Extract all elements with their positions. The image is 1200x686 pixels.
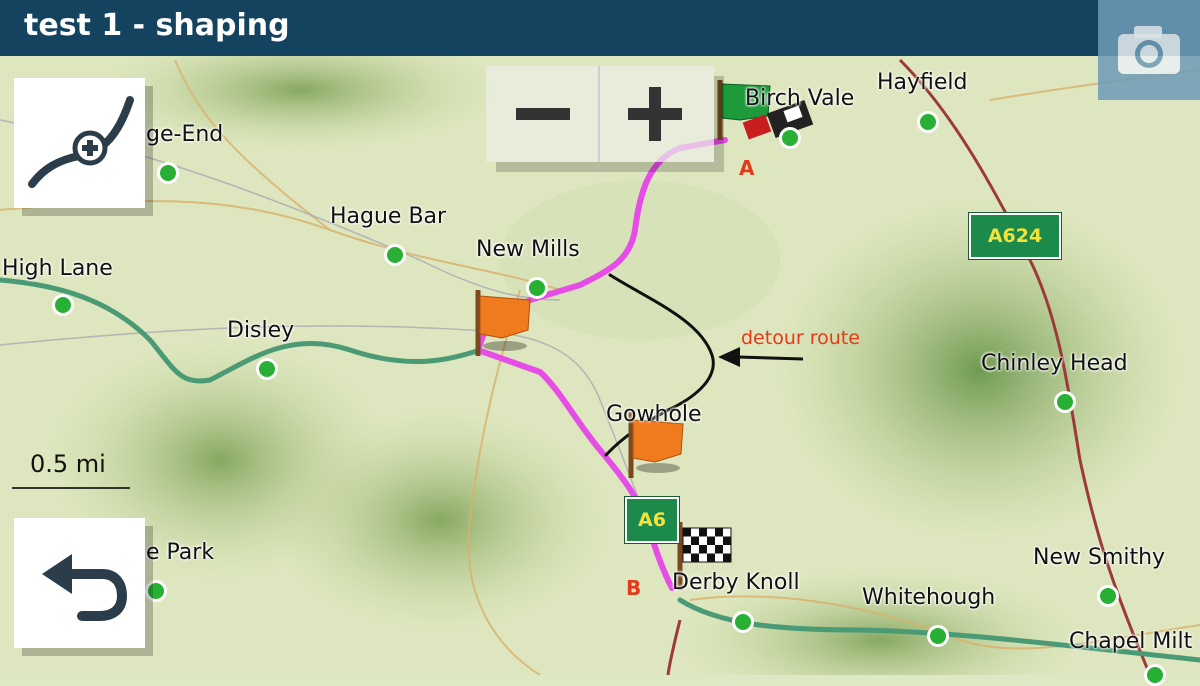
minus-icon (516, 108, 570, 120)
place-label-bridge-end: ge-End (146, 122, 224, 147)
place-label-new-mills: New Mills (476, 237, 580, 262)
place-dot[interactable] (1144, 664, 1166, 686)
place-label-high-lane: High Lane (2, 256, 113, 281)
place-dot[interactable] (1097, 585, 1119, 607)
trip-title: test 1 - shaping (24, 8, 290, 43)
place-dot[interactable] (157, 162, 179, 184)
place-label-hayfield: Hayfield (877, 70, 968, 95)
place-dot[interactable] (779, 127, 801, 149)
terrain-patch (270, 410, 610, 630)
place-label-birch-vale: Birch Vale (745, 86, 855, 111)
zoom-controls (486, 66, 714, 162)
place-label-new-smithy: New Smithy (1033, 545, 1166, 570)
zoom-out-button[interactable] (486, 66, 598, 162)
place-dot[interactable] (145, 580, 167, 602)
place-dot[interactable] (1054, 391, 1076, 413)
place-dot[interactable] (927, 625, 949, 647)
plus-icon (628, 87, 682, 141)
back-button[interactable] (14, 518, 145, 648)
curve-add-point-icon (28, 96, 134, 188)
road-shield-a624: A624 (969, 213, 1061, 259)
road-shield-a6: A6 (625, 497, 679, 543)
camera-icon (1118, 26, 1180, 74)
detour-route-label: detour route (741, 327, 860, 349)
shaping-tool-button[interactable] (14, 78, 145, 208)
place-dot[interactable] (256, 358, 278, 380)
place-label-chinley-head: Chinley Head (981, 351, 1128, 376)
place-dot[interactable] (52, 294, 74, 316)
place-dot[interactable] (732, 611, 754, 633)
route-end-label: B (626, 576, 642, 600)
place-dot[interactable] (526, 277, 548, 299)
place-label-chapel-milton: Chapel Milt (1069, 629, 1193, 654)
place-dot[interactable] (384, 244, 406, 266)
title-bar: test 1 - shaping (0, 0, 1200, 56)
place-label-hague-bar: Hague Bar (330, 204, 447, 229)
camera-button[interactable] (1098, 0, 1200, 100)
zoom-in-button[interactable] (600, 66, 712, 162)
place-label-gowhole: Gowhole (606, 402, 702, 427)
place-label-disley: Disley (227, 318, 295, 343)
shaping-point-flag-icon[interactable] (475, 290, 531, 356)
back-arrow-icon (42, 554, 128, 621)
route-start-label: A (739, 156, 755, 180)
place-label-park: e Park (146, 540, 215, 565)
scale-bar (12, 487, 130, 489)
place-label-derby-knoll: Derby Knoll (672, 570, 800, 595)
scale-label: 0.5 mi (30, 450, 106, 478)
place-dot[interactable] (917, 111, 939, 133)
place-label-whitehough: Whitehough (862, 585, 996, 610)
